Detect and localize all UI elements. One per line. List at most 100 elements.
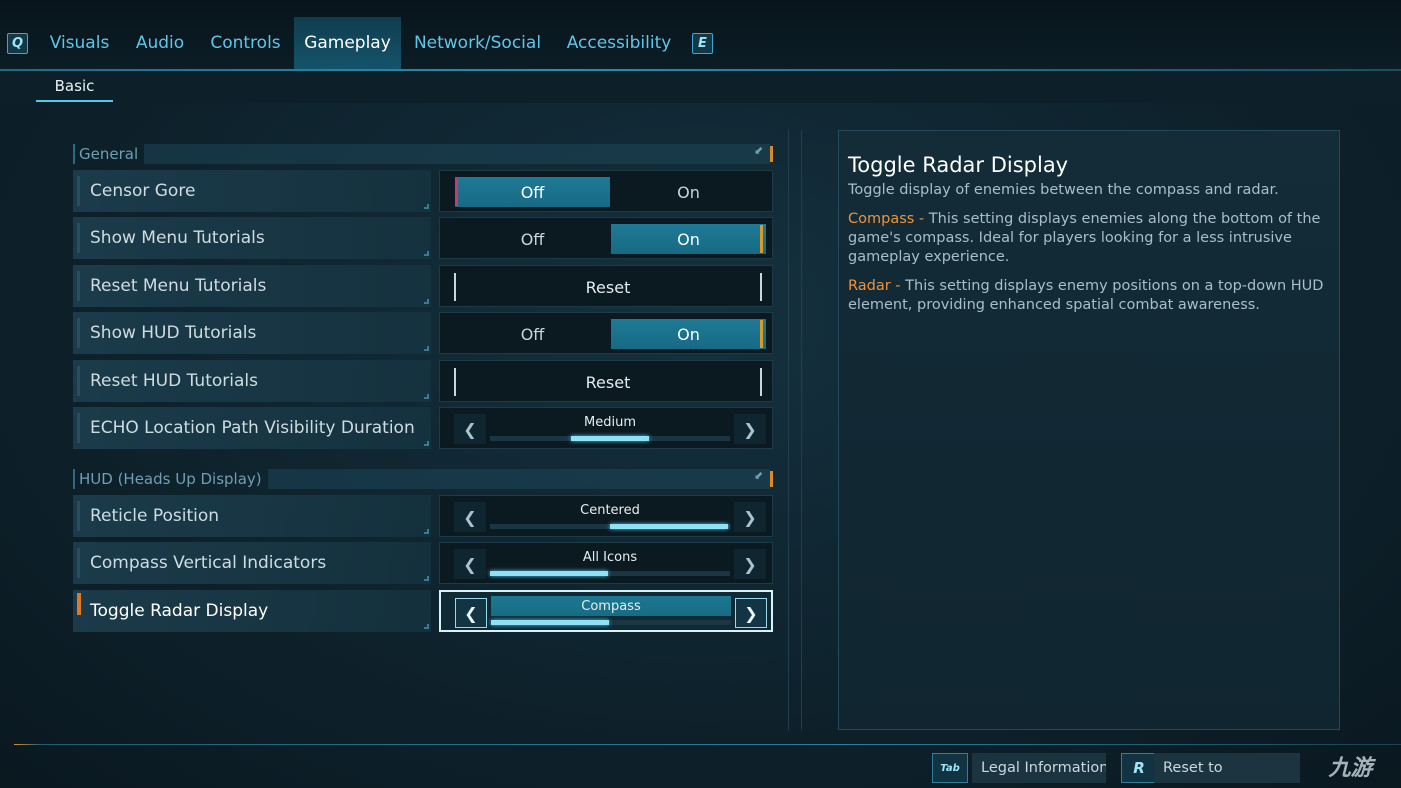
- selector-value: All Icons: [582, 549, 638, 565]
- section-end-mark: [770, 146, 773, 162]
- setting-row-censor-gore[interactable]: Censor Gore Off On: [73, 170, 773, 212]
- toggle-on-option[interactable]: On: [611, 224, 766, 254]
- description-radar: Radar - This setting displays enemy posi…: [848, 277, 1330, 315]
- setting-label: Reset HUD Tutorials: [90, 371, 258, 391]
- button-control: Reset: [439, 360, 773, 402]
- legal-information-button[interactable]: Legal Information: [972, 753, 1106, 783]
- chevron-right-icon[interactable]: ❯: [734, 414, 766, 444]
- corner-nub-icon: [424, 441, 429, 446]
- setting-row-reticle-position[interactable]: Reticle Position ❮ Centered ❯: [73, 495, 773, 537]
- toggle-on-option[interactable]: On: [611, 177, 766, 207]
- reset-hud-tutorials-button[interactable]: Reset: [454, 368, 762, 396]
- corner-nub-icon: [424, 299, 429, 304]
- radar-text: This setting displays enemy positions on…: [848, 278, 1324, 313]
- row-edge-marker: [77, 271, 80, 301]
- option-indicator: [610, 524, 728, 529]
- prev-tab-key-icon[interactable]: Q: [7, 33, 28, 54]
- button-control: Reset: [439, 265, 773, 307]
- chevron-right-icon[interactable]: ❯: [734, 502, 766, 532]
- setting-label-box: Reset HUD Tutorials: [73, 360, 431, 402]
- scroll-divider[interactable]: [788, 130, 802, 730]
- watermark-logo: 九游: [1328, 756, 1373, 781]
- toggle-off-option[interactable]: Off: [455, 319, 610, 349]
- row-edge-marker: [77, 366, 80, 396]
- subtab-bar: [0, 71, 1401, 103]
- setting-label: ECHO Location Path Visibility Duration: [90, 418, 415, 438]
- toggle-right-marker: [760, 320, 763, 348]
- selector-control: ❮ Medium ❯: [439, 407, 773, 449]
- collapse-arrow-icon[interactable]: ⬋: [754, 144, 764, 164]
- option-indicator: [571, 436, 649, 441]
- subtab-basic[interactable]: Basic: [36, 71, 113, 102]
- tab-key-icon[interactable]: Tab: [932, 753, 968, 783]
- description-compass: Compass - This setting displays enemies …: [848, 210, 1330, 267]
- selector-value: Medium: [584, 414, 636, 430]
- corner-nub-icon: [424, 394, 429, 399]
- chevron-left-icon[interactable]: ❮: [454, 502, 486, 532]
- setting-row-reset-menu-tutorials[interactable]: Reset Menu Tutorials Reset: [73, 265, 773, 307]
- row-edge-marker: [77, 223, 80, 253]
- tab-gameplay[interactable]: Gameplay: [294, 17, 401, 69]
- setting-label-box: Show Menu Tutorials: [73, 217, 431, 259]
- tab-visuals[interactable]: Visuals: [42, 17, 117, 69]
- toggle-left-marker: [455, 178, 458, 206]
- section-tick: [73, 144, 75, 164]
- setting-label-box: ECHO Location Path Visibility Duration: [73, 407, 431, 449]
- row-edge-marker: [77, 593, 81, 615]
- next-tab-key-icon[interactable]: E: [692, 33, 713, 54]
- setting-label-box: Toggle Radar Display: [73, 590, 431, 632]
- section-label: HUD (Heads Up Display): [79, 470, 262, 488]
- toggle-control: Off On: [439, 217, 773, 259]
- setting-label: Show Menu Tutorials: [90, 228, 265, 248]
- setting-label: Reticle Position: [90, 506, 220, 526]
- setting-row-reset-hud-tutorials[interactable]: Reset HUD Tutorials Reset: [73, 360, 773, 402]
- description-intro: Toggle display of enemies between the co…: [848, 182, 1279, 198]
- chevron-right-icon[interactable]: ❯: [735, 598, 767, 628]
- option-track: [490, 571, 730, 576]
- collapse-arrow-icon[interactable]: ⬋: [754, 469, 764, 489]
- reset-to-default-button[interactable]: Reset to: [1154, 753, 1300, 783]
- toggle-control: Off On: [439, 312, 773, 354]
- section-end-mark: [770, 471, 773, 487]
- r-key-icon[interactable]: R: [1121, 753, 1157, 783]
- radar-term: Radar -: [848, 278, 906, 294]
- setting-row-echo-path-duration[interactable]: ECHO Location Path Visibility Duration ❮…: [73, 407, 773, 449]
- corner-nub-icon: [424, 346, 429, 351]
- setting-row-show-menu-tutorials[interactable]: Show Menu Tutorials Off On: [73, 217, 773, 259]
- toggle-off-option[interactable]: Off: [455, 177, 610, 207]
- section-label: General: [79, 145, 139, 163]
- toggle-off-option[interactable]: Off: [455, 224, 610, 254]
- corner-nub-icon: [424, 529, 429, 534]
- corner-nub-icon: [424, 576, 429, 581]
- chevron-right-icon[interactable]: ❯: [734, 549, 766, 579]
- reset-menu-tutorials-button[interactable]: Reset: [454, 273, 762, 301]
- selector-control: ❮ Compass ❯: [439, 590, 773, 632]
- corner-nub-icon: [424, 251, 429, 256]
- selector-control: ❮ All Icons ❯: [439, 542, 773, 584]
- setting-label: Toggle Radar Display: [90, 601, 269, 621]
- option-track: [490, 524, 730, 529]
- section-fill: [144, 144, 770, 164]
- description-panel: Toggle Radar Display Toggle display of e…: [838, 130, 1340, 730]
- setting-label-box: Show HUD Tutorials: [73, 312, 431, 354]
- setting-row-compass-vertical-indicators[interactable]: Compass Vertical Indicators ❮ All Icons …: [73, 542, 773, 584]
- selector-control: ❮ Centered ❯: [439, 495, 773, 537]
- setting-label-box: Compass Vertical Indicators: [73, 542, 431, 584]
- setting-label-box: Reticle Position: [73, 495, 431, 537]
- setting-label: Reset Menu Tutorials: [90, 276, 267, 296]
- tab-controls[interactable]: Controls: [203, 17, 288, 69]
- section-header-hud: HUD (Heads Up Display) ⬋: [73, 469, 773, 489]
- chevron-left-icon[interactable]: ❮: [454, 414, 486, 444]
- setting-row-show-hud-tutorials[interactable]: Show HUD Tutorials Off On: [73, 312, 773, 354]
- section-header-general: General ⬋: [73, 144, 773, 164]
- corner-nub-icon: [424, 204, 429, 209]
- setting-row-toggle-radar-display[interactable]: Toggle Radar Display ❮ Compass ❯: [73, 590, 773, 632]
- tab-accessibility[interactable]: Accessibility: [560, 17, 678, 69]
- tab-audio[interactable]: Audio: [128, 17, 192, 69]
- setting-label: Show HUD Tutorials: [90, 323, 257, 343]
- corner-nub-icon: [424, 624, 429, 629]
- chevron-left-icon[interactable]: ❮: [455, 598, 487, 628]
- chevron-left-icon[interactable]: ❮: [454, 549, 486, 579]
- tab-network-social[interactable]: Network/Social: [410, 17, 545, 69]
- toggle-on-option[interactable]: On: [611, 319, 766, 349]
